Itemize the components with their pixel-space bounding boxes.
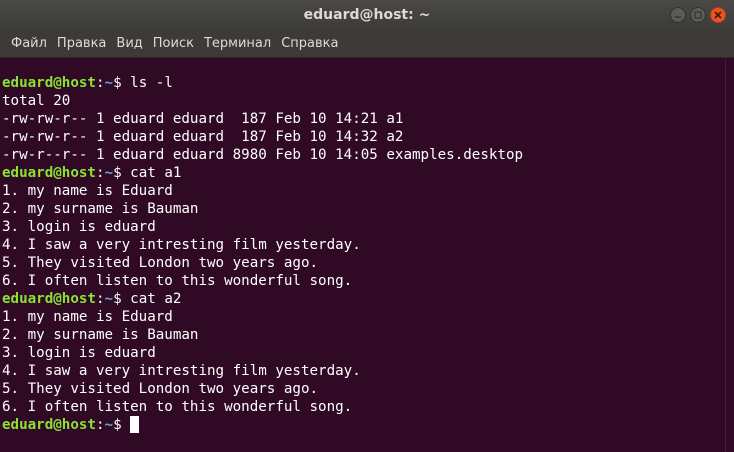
prompt-userhost: eduard@host [2, 75, 96, 91]
command-text: ls -l [130, 75, 173, 91]
output-line: 3. login is eduard [2, 345, 156, 361]
title-bar[interactable]: eduard@host: ~ [0, 0, 734, 31]
prompt-path: ~ [104, 417, 114, 433]
terminal-window: eduard@host: ~ Файл Правка Вид Поиск Тер… [0, 0, 734, 452]
output-line: 1. my name is Eduard [2, 309, 173, 325]
prompt-userhost: eduard@host [2, 417, 96, 433]
prompt-userhost: eduard@host [2, 165, 96, 181]
menu-search[interactable]: Поиск [148, 31, 199, 57]
menu-bar: Файл Правка Вид Поиск Терминал Справка [0, 31, 734, 58]
prompt-userhost: eduard@host [2, 291, 96, 307]
prompt-symbol: $ [113, 417, 131, 433]
output-line: 1. my name is Eduard [2, 183, 173, 199]
terminal-output[interactable]: eduard@host:~$ ls -l total 20 -rw-rw-r-- 1… [0, 58, 725, 452]
output-line: 4. I saw a very intresting film yesterda… [2, 237, 361, 253]
prompt-symbol: $ [113, 75, 131, 91]
prompt-path: ~ [104, 291, 114, 307]
menu-view[interactable]: Вид [111, 31, 147, 57]
command-text: cat a1 [130, 165, 182, 181]
maximize-button[interactable] [690, 7, 706, 23]
output-line: -rw-r--r-- 1 eduard eduard 8980 Feb 10 1… [2, 147, 524, 163]
prompt-symbol: $ [113, 165, 131, 181]
output-line: 6. I often listen to this wonderful song… [2, 399, 353, 415]
close-button[interactable] [710, 7, 726, 23]
minimize-button[interactable] [670, 7, 686, 23]
menu-help[interactable]: Справка [276, 31, 343, 57]
prompt-colon: : [95, 417, 105, 433]
menu-terminal[interactable]: Терминал [199, 31, 276, 57]
prompt-line: eduard@host:~$ cat a2 [2, 290, 725, 308]
prompt-colon: : [95, 75, 105, 91]
prompt-path: ~ [104, 165, 114, 181]
minimize-icon [675, 16, 681, 18]
output-line: -rw-rw-r-- 1 eduard eduard 187 Feb 10 14… [2, 111, 404, 127]
output-line: 2. my surname is Bauman [2, 327, 199, 343]
command-text: cat a2 [130, 291, 182, 307]
prompt-colon: : [95, 165, 105, 181]
prompt-line: eduard@host:~$ cat a1 [2, 164, 725, 182]
scrollbar[interactable] [725, 58, 734, 452]
output-line: 3. login is eduard [2, 219, 156, 235]
maximize-icon [694, 11, 702, 19]
prompt-line: eduard@host:~$ ls -l [2, 74, 725, 92]
output-line: 2. my surname is Bauman [2, 201, 199, 217]
close-icon [714, 11, 722, 19]
prompt-colon: : [95, 291, 105, 307]
prompt-symbol: $ [113, 291, 131, 307]
output-line: total 20 [2, 93, 71, 109]
window-title: eduard@host: ~ [303, 7, 431, 23]
output-line: -rw-rw-r-- 1 eduard eduard 187 Feb 10 14… [2, 129, 404, 145]
window-controls [670, 7, 726, 23]
output-line: 4. I saw a very intresting film yesterda… [2, 363, 361, 379]
menu-file[interactable]: Файл [6, 31, 52, 57]
prompt-line: eduard@host:~$ [2, 416, 725, 434]
output-line: 5. They visited London two years ago. [2, 255, 319, 271]
output-line: 5. They visited London two years ago. [2, 381, 319, 397]
text-cursor [130, 416, 140, 433]
menu-edit[interactable]: Правка [52, 31, 111, 57]
output-line: 6. I often listen to this wonderful song… [2, 273, 353, 289]
prompt-path: ~ [104, 75, 114, 91]
